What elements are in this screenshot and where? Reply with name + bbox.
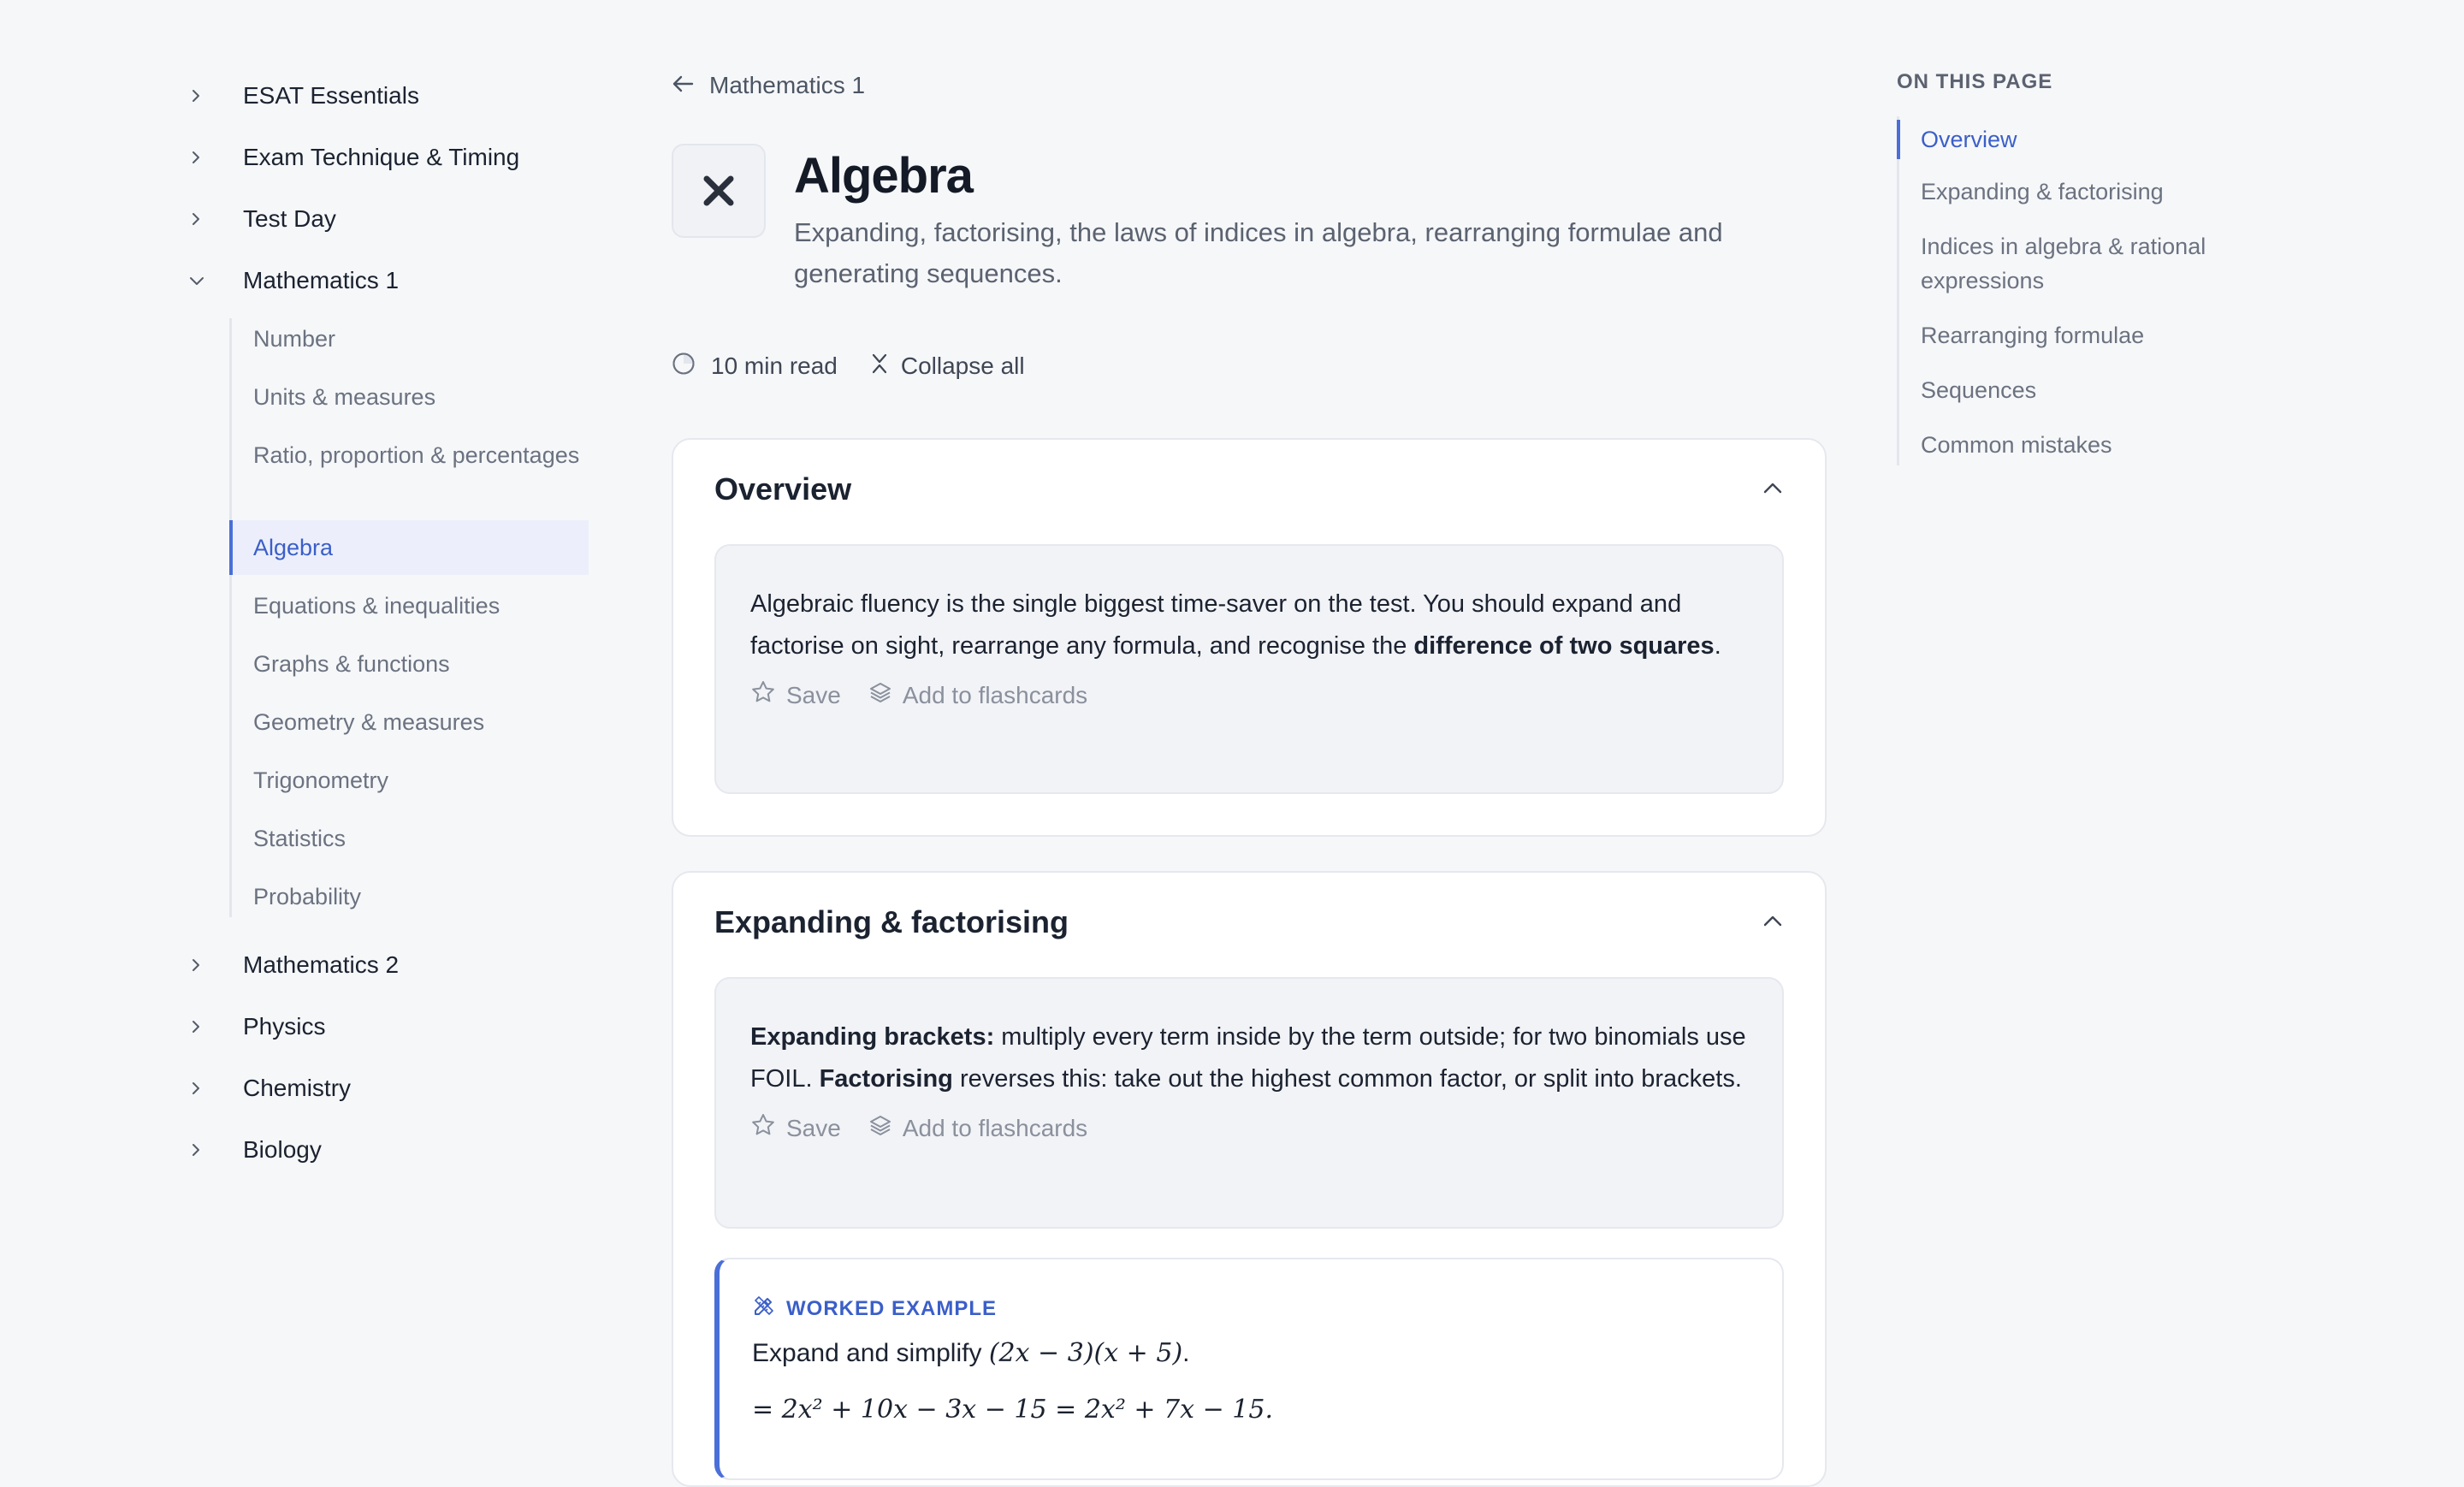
toc-item-sequences[interactable]: Sequences <box>1897 373 2307 407</box>
sidebar-section-label: ESAT Essentials <box>243 82 419 109</box>
sidebar-item-ratio-proportion[interactable]: Ratio, proportion & percentages <box>229 438 589 472</box>
overview-text: Algebraic fluency is the single biggest … <box>750 590 1721 660</box>
star-icon <box>750 1112 776 1144</box>
layers-icon <box>868 680 892 710</box>
sidebar: ESAT Essentials Exam Technique & Timing … <box>0 0 599 1429</box>
sidebar-section-test-day[interactable]: Test Day <box>188 193 336 245</box>
worked-example-label: WORKED EXAMPLE <box>786 1296 998 1320</box>
overview-callout: Algebraic fluency is the single biggest … <box>714 544 1784 794</box>
save-button[interactable]: Save <box>750 1112 841 1144</box>
arrow-left-icon <box>672 72 694 99</box>
worked-example-answer: = 2x² + 10x − 3x − 15 = 2x² + 7x − 15. <box>752 1395 1273 1425</box>
chevron-up-icon <box>1762 913 1784 933</box>
chevron-right-icon <box>188 1019 222 1034</box>
sidebar-section-exam-technique[interactable]: Exam Technique & Timing <box>188 132 519 183</box>
sidebar-section-label: Biology <box>243 1136 322 1163</box>
sidebar-section-physics[interactable]: Physics <box>188 1001 325 1052</box>
save-button[interactable]: Save <box>750 679 841 711</box>
toc-item-rearranging-formulae[interactable]: Rearranging formulae <box>1897 318 2307 352</box>
add-to-flashcards-label: Add to flashcards <box>902 1114 1088 1141</box>
multiply-icon <box>672 144 766 238</box>
toc-item-overview[interactable]: Overview <box>1897 120 2307 159</box>
sidebar-section-label: Mathematics 2 <box>243 951 400 978</box>
section-expanding-header[interactable]: Expanding & factorising <box>714 897 1784 948</box>
overview-actions: Save Add to flashcards <box>750 679 1748 711</box>
page-title: Algebra <box>794 148 974 204</box>
read-time-label: 10 min read <box>711 352 838 379</box>
toc-item-common-mistakes[interactable]: Common mistakes <box>1897 428 2307 462</box>
chevron-right-icon <box>188 88 222 104</box>
back-link[interactable]: Mathematics 1 <box>672 68 865 103</box>
section-title: Expanding & factorising <box>714 904 1069 939</box>
section-overview-header[interactable]: Overview <box>714 464 1784 515</box>
toc-item-expanding-factorising[interactable]: Expanding & factorising <box>1897 175 2307 209</box>
chevron-right-icon <box>188 1081 222 1096</box>
back-link-label: Mathematics 1 <box>709 72 866 98</box>
table-of-contents: ON THIS PAGE Overview Expanding & factor… <box>1895 0 2426 1429</box>
add-to-flashcards-label: Add to flashcards <box>902 681 1088 708</box>
section-expanding-factorising: Expanding & factorising Expanding bracke… <box>672 871 1827 1487</box>
sidebar-item-statistics[interactable]: Statistics <box>229 821 589 856</box>
add-to-flashcards-button[interactable]: Add to flashcards <box>868 1113 1087 1143</box>
sidebar-section-label: Chemistry <box>243 1075 352 1101</box>
chevron-up-icon <box>1762 480 1784 500</box>
sidebar-section-chemistry[interactable]: Chemistry <box>188 1063 351 1114</box>
save-label: Save <box>786 681 841 708</box>
worked-example-tag: WORKED EXAMPLE <box>752 1294 997 1324</box>
sidebar-item-units-measures[interactable]: Units & measures <box>229 380 589 414</box>
chevron-down-icon <box>188 273 222 288</box>
page-subtitle: Expanding, factorising, the laws of indi… <box>794 217 1723 288</box>
sidebar-section-mathematics-2[interactable]: Mathematics 2 <box>188 939 399 991</box>
collapse-all-label: Collapse all <box>900 352 1025 379</box>
sidebar-item-equations-inequalities[interactable]: Equations & inequalities <box>229 589 589 623</box>
collapse-all-button[interactable]: Collapse all <box>870 352 1025 381</box>
sidebar-item-algebra[interactable]: Algebra <box>229 520 589 575</box>
toc-item-indices-rational[interactable]: Indices in algebra & rational expression… <box>1897 229 2307 298</box>
add-to-flashcards-button[interactable]: Add to flashcards <box>868 680 1087 710</box>
chevron-right-icon <box>188 1142 222 1158</box>
star-icon <box>750 679 776 711</box>
sidebar-item-trigonometry[interactable]: Trigonometry <box>229 763 589 797</box>
sidebar-section-biology[interactable]: Biology <box>188 1124 322 1176</box>
sidebar-section-label: Test Day <box>243 205 336 232</box>
section-title: Overview <box>714 471 852 507</box>
sidebar-section-label: Mathematics 1 <box>243 267 400 293</box>
toc-heading: ON THIS PAGE <box>1897 70 2053 93</box>
chevron-right-icon <box>188 957 222 973</box>
worked-example-question: Expand and simplify (2x − 3)(x + 5). <box>752 1338 1190 1368</box>
page-meta: 10 min read Collapse all <box>672 349 1025 383</box>
expanding-actions: Save Add to flashcards <box>750 1112 1748 1144</box>
collapse-icon <box>870 352 889 381</box>
sidebar-section-label: Exam Technique & Timing <box>243 144 520 170</box>
read-time: 10 min read <box>672 352 838 382</box>
main-content: Mathematics 1 Algebra Expanding, factori… <box>672 0 1827 1487</box>
chevron-right-icon <box>188 211 222 227</box>
sidebar-section-mathematics-1[interactable]: Mathematics 1 <box>188 255 399 306</box>
worked-example: WORKED EXAMPLE Expand and simplify (2x −… <box>714 1258 1784 1480</box>
layers-icon <box>868 1113 892 1143</box>
save-label: Save <box>786 1114 841 1141</box>
sidebar-item-geometry-measures[interactable]: Geometry & measures <box>229 705 589 739</box>
chevron-right-icon <box>188 150 222 165</box>
sidebar-item-graphs-functions[interactable]: Graphs & functions <box>229 647 589 681</box>
section-overview: Overview Algebraic fluency is the single… <box>672 438 1827 837</box>
pencil-ruler-icon <box>752 1294 776 1324</box>
expanding-callout: Expanding brackets: multiply every term … <box>714 977 1784 1229</box>
sidebar-item-number[interactable]: Number <box>229 322 589 356</box>
expanding-text: Expanding brackets: multiply every term … <box>750 1023 1746 1093</box>
clock-icon <box>672 352 696 382</box>
sidebar-section-label: Physics <box>243 1013 326 1040</box>
sidebar-section-esat-essentials[interactable]: ESAT Essentials <box>188 70 419 121</box>
sidebar-item-probability[interactable]: Probability <box>229 880 589 914</box>
